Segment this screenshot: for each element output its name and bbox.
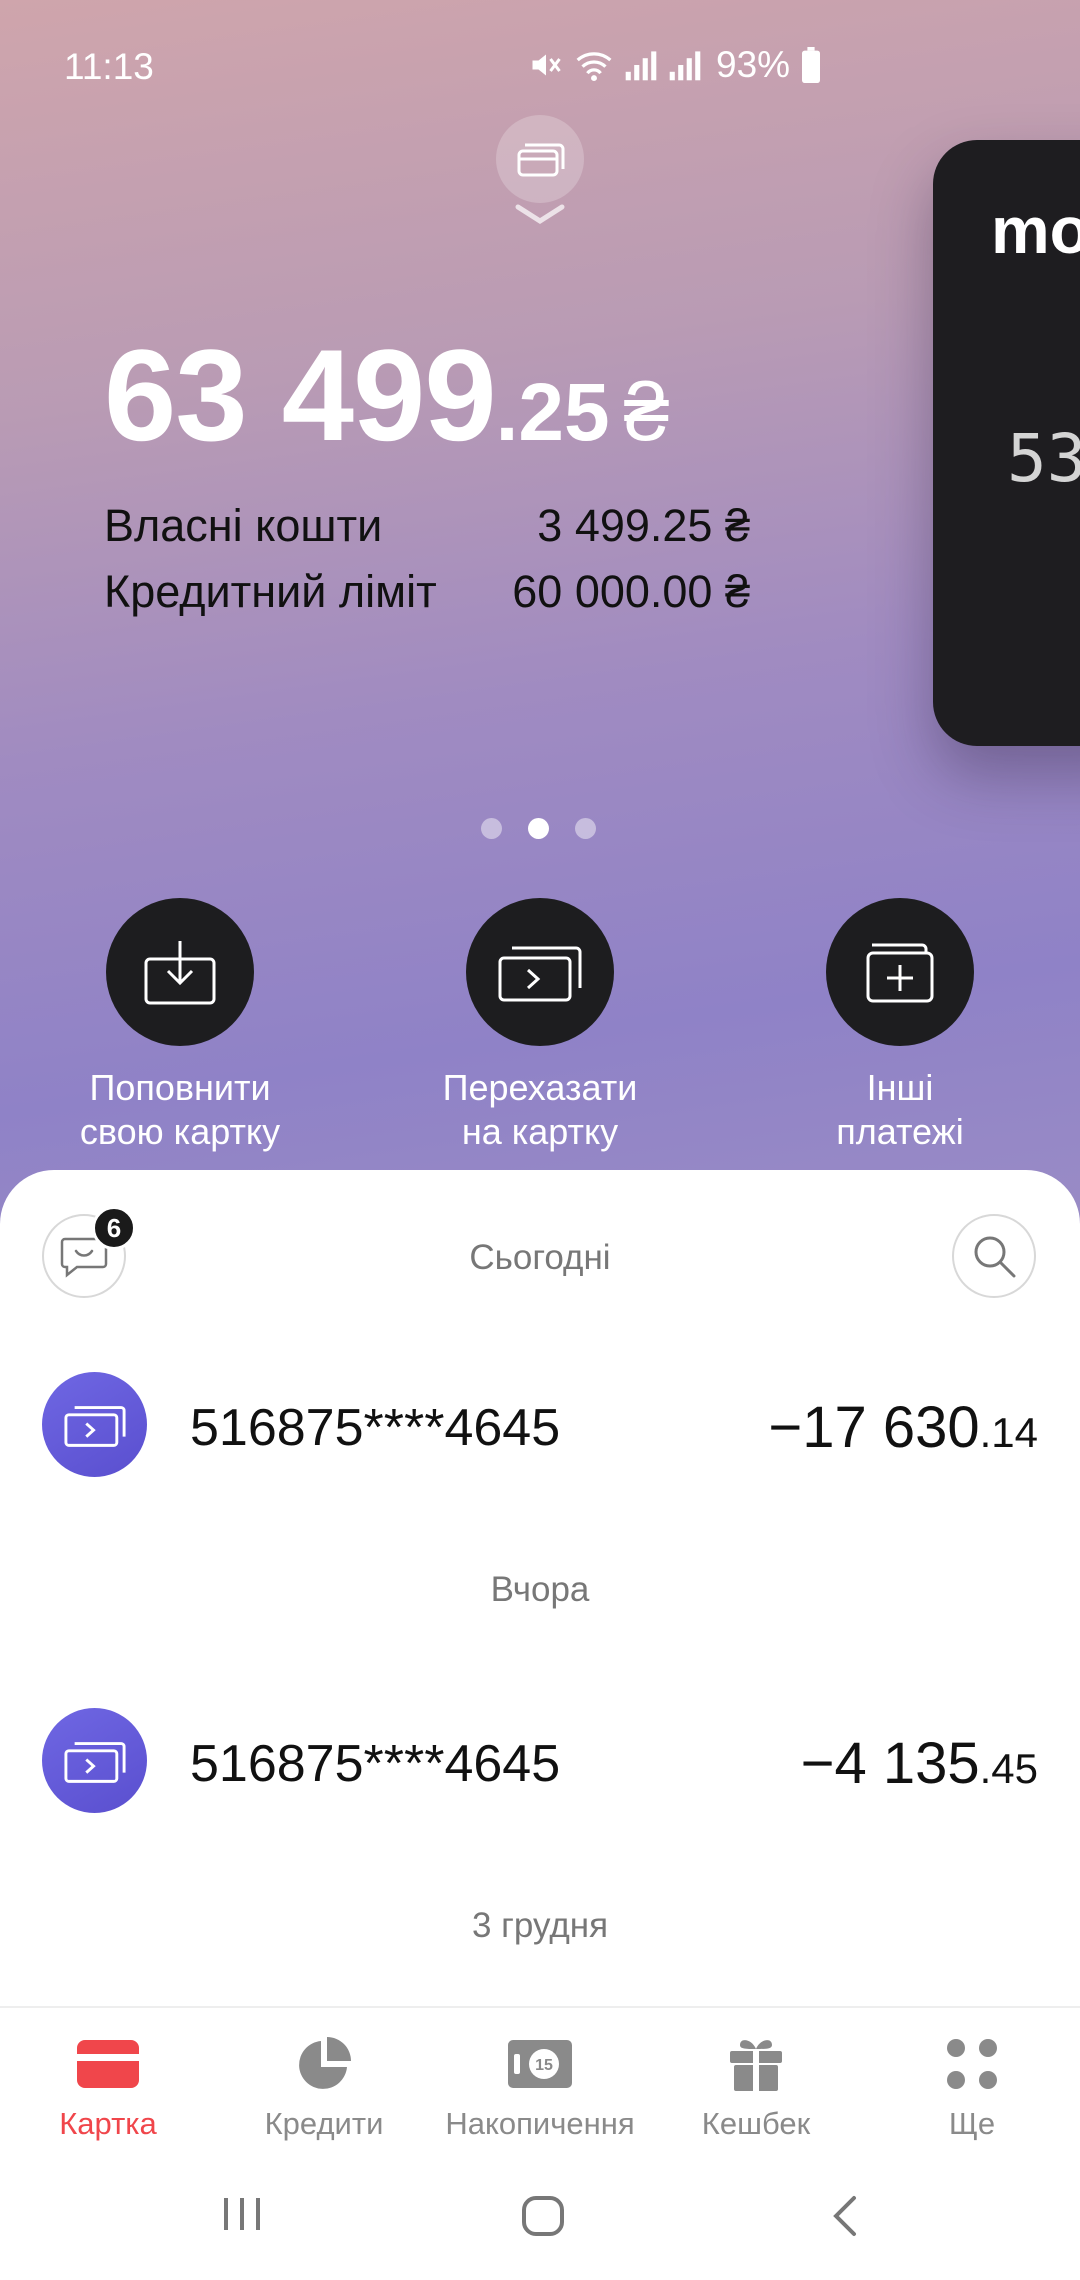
chevron-down-icon[interactable]: [514, 203, 566, 227]
transfer-card-icon: [63, 1405, 126, 1447]
nav-label-cashback: Кешбек: [701, 2106, 811, 2141]
add-payment-icon: [866, 943, 934, 1003]
mute-icon: [532, 54, 561, 76]
top-up-action[interactable]: Поповнити свою картку: [50, 898, 310, 1154]
transaction-name: 516875****4645: [190, 1735, 561, 1793]
download-icon: [144, 941, 216, 1005]
card-icon: [77, 2040, 139, 2088]
status-icons: 93%: [528, 44, 822, 86]
nav-item-cashback[interactable]: Кешбек: [648, 2032, 864, 2142]
cards-stack-icon: [517, 143, 565, 177]
nav-item-more[interactable]: Ще: [864, 2032, 1080, 2142]
home-icon[interactable]: [520, 2194, 566, 2238]
savings-icon: 15: [508, 2040, 572, 2088]
more-dots-icon: [947, 2039, 997, 2089]
nav-item-savings[interactable]: 15 Накопичення: [432, 2032, 648, 2142]
balance-cents: .25: [495, 367, 610, 458]
credit-limit-label: Кредитний ліміт: [104, 566, 437, 617]
transfer-card-icon: [63, 1741, 126, 1783]
battery-icon: [802, 47, 821, 83]
card-preview[interactable]: mo 53: [933, 140, 1080, 746]
carousel-dot-active: [528, 818, 549, 839]
card-number: 53: [1007, 420, 1080, 497]
own-funds-value: 3 499.25 ₴: [537, 500, 750, 551]
transaction-amount-cents: .14: [979, 1409, 1038, 1456]
card-brand: mo: [991, 193, 1080, 267]
date-header-today: Сьогодні: [469, 1238, 611, 1277]
transaction-amount: −17 630.14: [768, 1394, 1038, 1461]
transactions-sheet: 6 Сьогодні 516875****4645 −17 630.14 Вчо…: [0, 1170, 1080, 2010]
hero-section: 11:13 93% 63 499.25 ₴ Власні кошти 3 499…: [0, 0, 1080, 1240]
wifi-icon: [576, 52, 612, 82]
transaction-amount-main: −4 135: [800, 1731, 980, 1796]
bottom-navigation: Картка Кредити 15 Накопичення Кешбек Ще: [0, 2006, 1080, 2156]
date-header-dec-3: 3 грудня: [471, 1906, 609, 1945]
recent-apps-icon[interactable]: [220, 2194, 264, 2234]
credit-limit-value: 60 000.00 ₴: [512, 566, 750, 617]
search-button[interactable]: [952, 1214, 1036, 1298]
transfer-label: Перехазати на картку: [442, 1067, 638, 1152]
transaction-icon: [42, 1372, 147, 1477]
nav-item-card[interactable]: Картка: [0, 2032, 216, 2142]
transaction-icon: [42, 1708, 147, 1813]
date-header-yesterday: Вчора: [490, 1570, 590, 1609]
status-time: 11:13: [64, 46, 154, 87]
pie-chart-icon: [299, 2037, 351, 2089]
transfer-button[interactable]: [466, 898, 614, 1046]
carousel-indicator: [481, 818, 596, 839]
battery-percent: 93%: [716, 44, 791, 85]
signal-icon-2: [669, 51, 701, 81]
nav-label-credits: Кредити: [264, 2106, 384, 2141]
other-payments-button[interactable]: [826, 898, 974, 1046]
status-bar: 11:13 93%: [0, 0, 1080, 130]
transfer-card-icon: [498, 946, 582, 1002]
nav-label-card: Картка: [59, 2106, 157, 2141]
back-icon[interactable]: [830, 2194, 860, 2238]
top-up-label: Поповнити свою картку: [79, 1067, 281, 1152]
transaction-amount-cents: .45: [979, 1745, 1038, 1792]
transfer-action[interactable]: Перехазати на картку: [410, 898, 670, 1154]
balance-total: 63 499.25 ₴: [104, 320, 670, 470]
carousel-dot: [575, 818, 596, 839]
transaction-amount-main: −17 630: [768, 1395, 980, 1460]
other-payments-action[interactable]: Інші платежі: [770, 898, 1030, 1154]
transaction-row[interactable]: 516875****4645 −17 630.14: [0, 1372, 1080, 1482]
transaction-row[interactable]: 516875****4645 −4 135.45: [0, 1708, 1080, 1818]
card-stack-button[interactable]: [496, 115, 584, 203]
nav-label-savings: Накопичення: [445, 2106, 635, 2141]
gift-icon: [730, 2040, 782, 2091]
top-up-button[interactable]: [106, 898, 254, 1046]
balance-currency: ₴: [623, 367, 670, 458]
search-icon: [974, 1236, 1016, 1278]
transaction-name: 516875****4645: [190, 1399, 561, 1457]
svg-text:15: 15: [535, 2057, 553, 2074]
balance-integer: 63 499: [104, 322, 497, 468]
system-navigation-bar: [0, 2156, 1080, 2280]
nav-label-more: Ще: [948, 2106, 996, 2141]
transaction-amount: −4 135.45: [801, 1730, 1038, 1797]
nav-item-credits[interactable]: Кредити: [216, 2032, 432, 2142]
carousel-dot: [481, 818, 502, 839]
signal-icon: [625, 51, 657, 81]
own-funds-label: Власні кошти: [104, 500, 383, 551]
other-payments-label: Інші платежі: [836, 1067, 964, 1152]
